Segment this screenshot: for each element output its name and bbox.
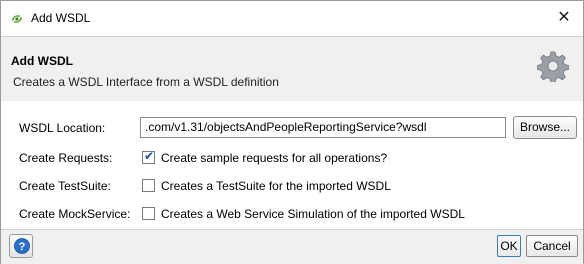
create-testsuite-text: Creates a TestSuite for the imported WSD… xyxy=(161,179,391,193)
header-title: Add WSDL xyxy=(11,54,73,68)
browse-button[interactable]: Browse... xyxy=(513,116,577,139)
create-mockservice-text: Creates a Web Service Simulation of the … xyxy=(161,207,465,221)
window-title: Add WSDL xyxy=(31,11,91,25)
help-button[interactable]: ? xyxy=(9,234,33,258)
ok-button[interactable]: OK xyxy=(497,235,521,257)
svg-text:?: ? xyxy=(19,241,26,253)
wsdl-location-input[interactable]: .com/v1.31/objectsAndPeopleReportingServ… xyxy=(140,117,506,138)
close-icon: ✕ xyxy=(557,9,571,26)
create-mockservice-checkbox[interactable] xyxy=(142,207,155,220)
wsdl-location-label: WSDL Location: xyxy=(19,121,106,135)
create-requests-text: Create sample requests for all operation… xyxy=(161,151,388,165)
create-requests-checkbox[interactable]: ✔ xyxy=(142,149,155,164)
help-icon: ? xyxy=(14,238,30,254)
dialog-header: Add WSDL Creates a WSDL Interface from a… xyxy=(1,36,583,102)
header-description: Creates a WSDL Interface from a WSDL def… xyxy=(13,75,279,89)
create-testsuite-checkbox[interactable] xyxy=(142,179,155,192)
gear-icon xyxy=(537,51,569,82)
create-mockservice-label: Create MockService: xyxy=(19,207,131,221)
add-wsdl-dialog: Add WSDL ✕ Add WSDL Creates a WSDL Inter… xyxy=(0,0,584,264)
close-button[interactable]: ✕ xyxy=(553,7,575,29)
soapui-logo-icon xyxy=(12,15,22,23)
checkmark-icon: ✔ xyxy=(144,149,155,163)
title-bar: Add WSDL ✕ xyxy=(1,1,583,36)
create-requests-label: Create Requests: xyxy=(19,151,113,165)
create-testsuite-label: Create TestSuite: xyxy=(19,179,111,193)
dialog-footer: ? OK Cancel xyxy=(1,229,583,264)
form-area: WSDL Location: .com/v1.31/objectsAndPeop… xyxy=(1,101,583,229)
cancel-button[interactable]: Cancel xyxy=(526,235,578,257)
